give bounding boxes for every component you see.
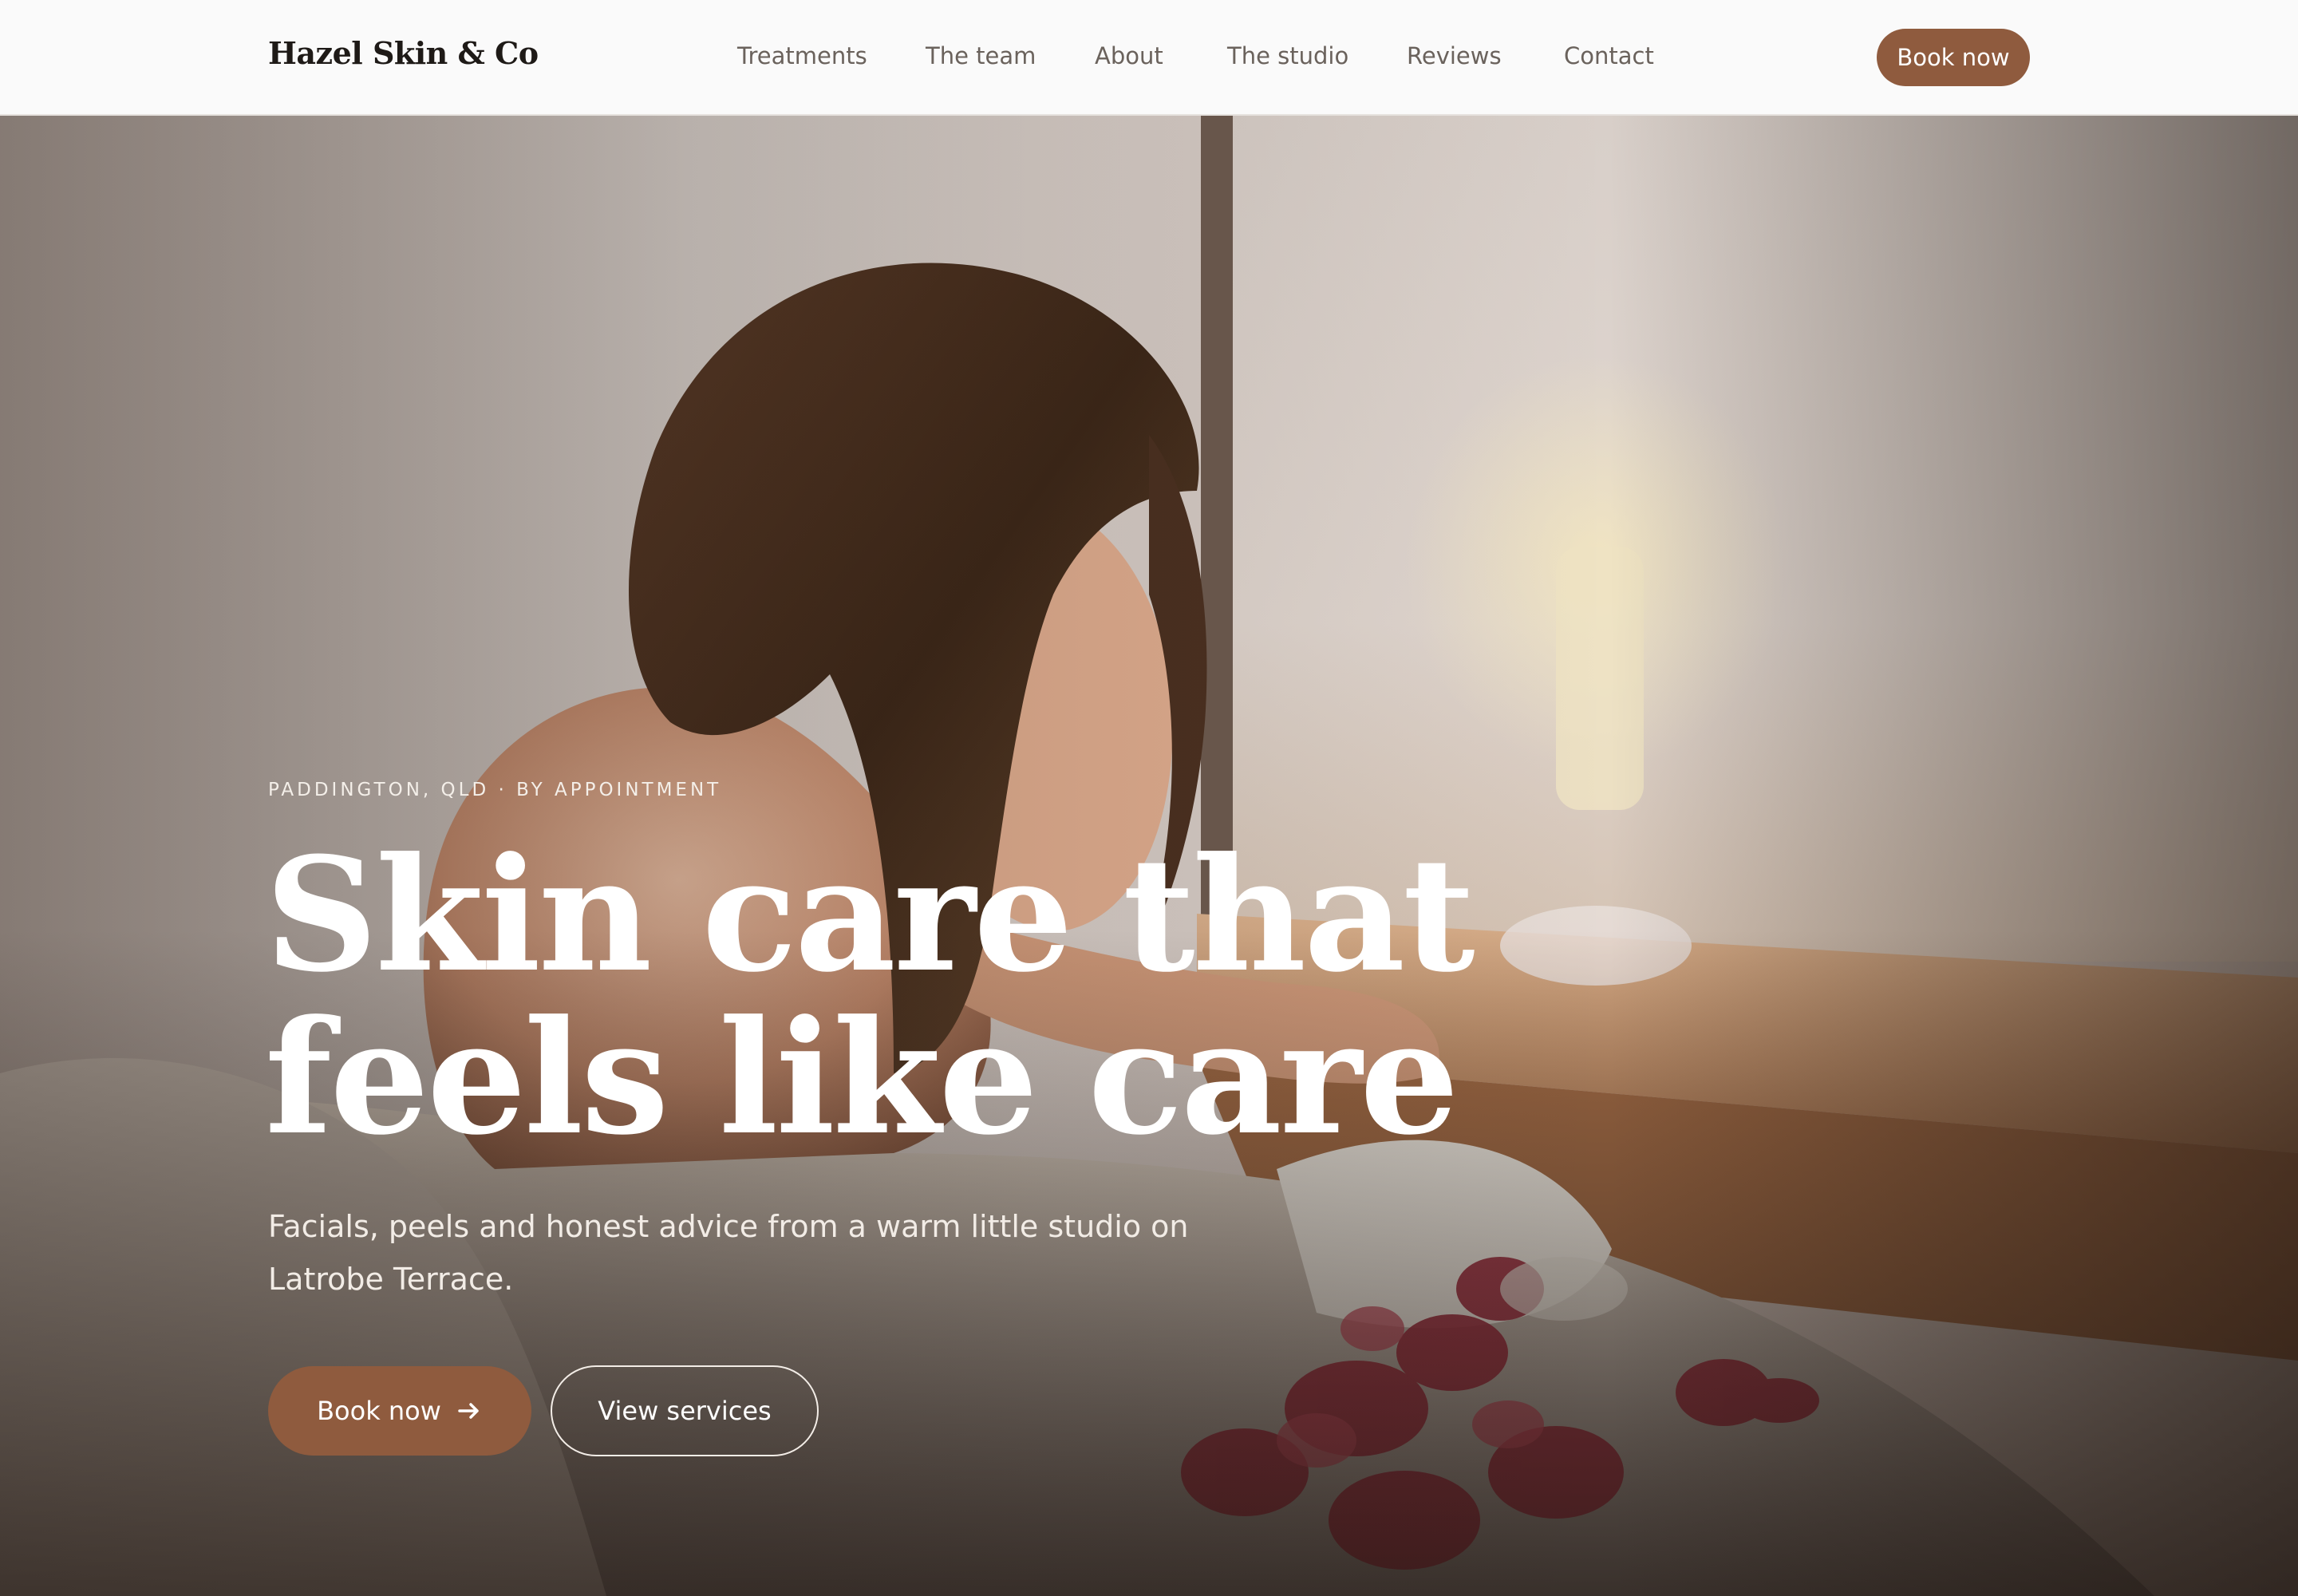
hero-headline-line-2: feels like care (265, 986, 1459, 1170)
nav-link-contact[interactable]: Contact (1564, 41, 1654, 70)
hero-book-now-button[interactable]: Book now (268, 1366, 531, 1456)
nav-link-the-studio[interactable]: The studio (1227, 41, 1348, 70)
hero-headline: Skin care that feels like care (265, 824, 1475, 1170)
nav-link-the-team[interactable]: The team (926, 41, 1036, 70)
site-header: Hazel Skin & Co Treatments The team Abou… (0, 0, 2298, 116)
nav-link-treatments[interactable]: Treatments (737, 41, 867, 70)
view-services-button[interactable]: View services (551, 1365, 819, 1456)
hero-book-now-label: Book now (317, 1396, 441, 1426)
arrow-right-icon (456, 1397, 483, 1424)
hero-eyebrow: PADDINGTON, QLD · BY APPOINTMENT (268, 780, 722, 800)
hero-headline-line-1: Skin care that (265, 824, 1475, 1007)
header-book-now-button[interactable]: Book now (1877, 29, 2030, 86)
nav-link-reviews[interactable]: Reviews (1407, 41, 1502, 70)
nav-link-about[interactable]: About (1095, 41, 1163, 70)
hero-subhead: Facials, peels and honest advice from a … (268, 1209, 1189, 1297)
